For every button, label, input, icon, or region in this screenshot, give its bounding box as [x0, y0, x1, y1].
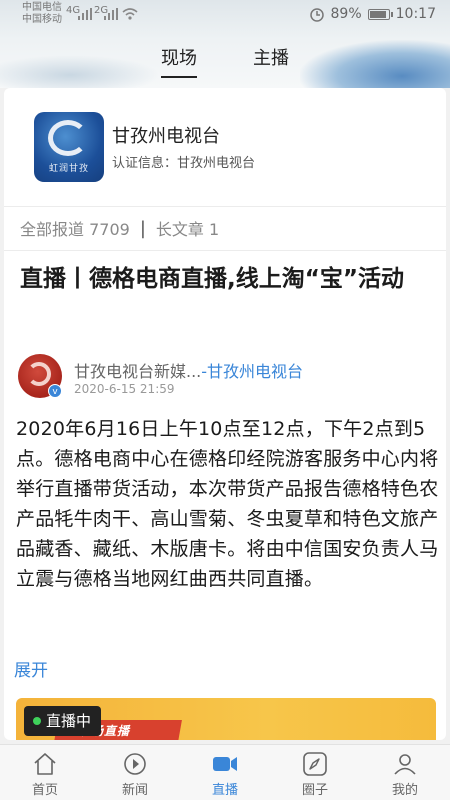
nav-label-news: 新闻 [121, 783, 148, 798]
content-card: 虹润甘孜 甘孜州电视台 认证信息：甘孜州电视台 全部报道 7709 | 长文章 … [4, 88, 446, 740]
nav-label-profile: 我的 [391, 783, 418, 798]
battery-percent: 89% [330, 6, 362, 22]
status-right: 89% 10:17 [309, 6, 436, 22]
video-camera-icon [213, 757, 237, 771]
live-status-label: 直播中 [46, 712, 92, 730]
top-tab-bar: 现场 主播 [0, 44, 450, 78]
live-status-badge: 直播中 [24, 706, 102, 736]
compass-icon [303, 752, 327, 776]
carrier-1: 中国电信 [22, 2, 62, 13]
play-icon [124, 753, 146, 775]
stat-separator: | [139, 217, 146, 239]
stat-long-label: 长文章 [155, 220, 204, 239]
nav-item-profile[interactable]: 我的 [360, 745, 450, 800]
status-bar: 中国电信 中国移动 4G 2G 89% 10:17 [0, 0, 450, 28]
clock: 10:17 [395, 6, 436, 22]
author-row[interactable]: v 甘孜电视台新媒...-甘孜州电视台 2020-6-15 21:59 [18, 354, 438, 400]
channel-logo[interactable]: 虹润甘孜 [34, 112, 104, 182]
stat-all-reports[interactable]: 全部报道 7709 [20, 216, 130, 240]
stat-all-count: 7709 [89, 220, 130, 239]
channel-name: 甘孜州电视台 [112, 126, 220, 147]
stat-all-label: 全部报道 [20, 220, 85, 239]
publish-date: 2020-6-15 21:59 [74, 382, 175, 396]
author-organization[interactable]: -甘孜州电视台 [201, 362, 303, 381]
logo-swirl-icon [48, 120, 88, 156]
home-icon [34, 753, 56, 775]
nav-label-live: 直播 [211, 783, 238, 798]
verified-badge-icon: v [48, 384, 62, 398]
live-dot-icon [33, 717, 41, 725]
stat-long-count: 1 [209, 220, 220, 239]
expand-link[interactable]: 展开 [14, 656, 48, 681]
signal-icon [78, 8, 92, 20]
divider [4, 206, 446, 207]
logo-text: 虹润甘孜 [48, 164, 89, 174]
author-line: 甘孜电视台新媒...-甘孜州电视台 [74, 358, 303, 382]
tab-zhubo[interactable]: 主播 [253, 44, 289, 78]
nav-item-news[interactable]: 新闻 [90, 745, 180, 800]
nav-item-circle[interactable]: 圈子 [270, 745, 360, 800]
channel-header[interactable]: 虹润甘孜 甘孜州电视台 认证信息：甘孜州电视台 [4, 88, 446, 206]
nav-label-circle: 圈子 [301, 783, 328, 798]
profile-icon [394, 754, 416, 775]
cert-value: 甘孜州电视台 [177, 156, 256, 171]
article-headline[interactable]: 直播丨德格电商直播,线上淘“宝”活动 [20, 260, 440, 298]
signal-icon [104, 8, 118, 20]
bottom-navigation: 首页 新闻 直播 圈子 我的 [0, 744, 450, 800]
carrier-info: 中国电信 中国移动 [22, 2, 62, 26]
nav-item-home[interactable]: 首页 [0, 745, 90, 800]
alarm-icon [309, 8, 324, 22]
cert-label: 认证信息： [112, 156, 178, 171]
divider [4, 250, 446, 251]
article-body: 2020年6月16日上午10点至12点，下午2点到5点。德格电商中心在德格印经院… [16, 418, 439, 590]
tab-xianchang[interactable]: 现场 [161, 44, 197, 78]
channel-certification: 认证信息：甘孜州电视台 [112, 152, 255, 171]
stat-long-articles[interactable]: 长文章 1 [156, 216, 219, 240]
report-stats: 全部报道 7709 | 长文章 1 [20, 216, 219, 240]
battery-icon [367, 8, 393, 20]
wifi-icon [122, 8, 138, 20]
carrier-2: 中国移动 [22, 14, 62, 25]
avatar-swirl-icon [27, 362, 51, 386]
nav-item-live[interactable]: 直播 [180, 745, 270, 800]
nav-label-home: 首页 [31, 783, 58, 798]
author-name: 甘孜电视台新媒... [74, 362, 202, 381]
